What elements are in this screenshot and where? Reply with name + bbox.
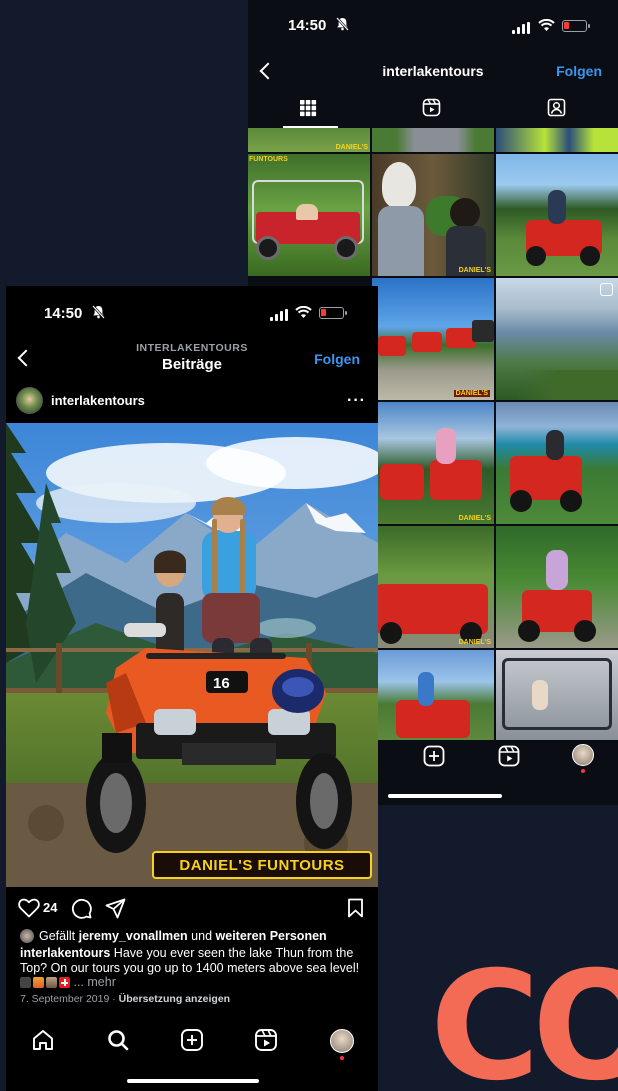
tagged-person-icon (547, 98, 566, 122)
grid-watermark: DANIEL'S (453, 390, 490, 397)
liked-by-row[interactable]: Gefällt jeremy_vonallmen und weiteren Pe… (20, 929, 366, 943)
follow-button[interactable]: Folgen (314, 351, 360, 367)
grid-post[interactable] (372, 650, 494, 740)
liked-by-text: Gefällt jeremy_vonallmen und weiteren Pe… (39, 929, 327, 943)
author-avatar[interactable] (16, 387, 43, 414)
search-icon[interactable] (106, 1028, 132, 1054)
tab-reels[interactable] (371, 92, 491, 128)
tab-grid[interactable] (248, 92, 368, 128)
status-time: 14:50 (44, 305, 83, 322)
grid-post[interactable]: DANIEL'S (372, 278, 494, 400)
signal-icon (270, 309, 288, 321)
comment-icon[interactable] (71, 898, 92, 924)
grid-watermark: DANIEL'S (458, 267, 491, 274)
reels-icon (422, 98, 441, 122)
grid-post[interactable]: FUNTOURS (248, 154, 370, 276)
grid-post[interactable] (496, 402, 618, 524)
caption-username[interactable]: interlakentours (20, 946, 110, 960)
status-time: 14:50 (288, 17, 327, 34)
liker-avatar (20, 929, 34, 943)
post-author-row: interlakentours ··· (6, 383, 378, 419)
status-bar: 14:50 (248, 0, 618, 50)
notification-dot (340, 1056, 344, 1060)
grid-post[interactable] (496, 278, 618, 400)
bookmark-icon[interactable] (347, 898, 364, 923)
status-bar: 14:50 (6, 286, 378, 336)
bottom-tab-bar (6, 1018, 378, 1091)
profile-avatar-icon[interactable] (330, 1029, 354, 1053)
grid-post[interactable]: DANIEL'S (372, 154, 494, 276)
create-post-icon[interactable] (423, 745, 445, 772)
home-icon[interactable] (31, 1028, 57, 1054)
follow-button[interactable]: Folgen (556, 63, 602, 79)
reel-indicator-icon (600, 283, 613, 296)
post-date: 7. September 2019 (20, 993, 110, 1005)
grid-post[interactable] (496, 128, 618, 152)
post-actions: 24 (6, 894, 378, 922)
post-photo[interactable]: 16 DANIEL'S FUNTOURS (6, 423, 378, 887)
quad-number-label: 16 (213, 675, 230, 692)
translate-link[interactable]: Übersetzung anzeigen (119, 993, 230, 1005)
photo-watermark: DANIEL'S FUNTOURS (152, 851, 372, 879)
meta-separator: · (109, 993, 119, 1005)
grid-post[interactable]: DANIEL'S (248, 128, 370, 152)
profile-header: interlakentours Folgen (248, 52, 618, 90)
grid-post[interactable]: DANIEL'S (372, 402, 494, 524)
profile-avatar-icon[interactable] (572, 744, 594, 766)
more-options-icon[interactable]: ··· (347, 392, 366, 410)
silent-bell-icon (92, 305, 105, 323)
brand-logo-letters: CO (430, 962, 618, 1091)
grid-icon (299, 99, 317, 122)
home-indicator (127, 1079, 259, 1083)
liked-by-others[interactable]: weiteren Personen (216, 929, 327, 943)
post-caption: interlakentours Have you ever seen the l… (20, 946, 370, 990)
grid-corner-text: FUNTOURS (249, 156, 288, 163)
photo-watermark-text: DANIEL'S FUNTOURS (179, 856, 345, 874)
sunrise-emoji-icon (33, 977, 44, 989)
grid-post[interactable]: DANIEL'S (372, 526, 494, 648)
grid-post[interactable] (372, 128, 494, 152)
wifi-icon (295, 305, 312, 323)
wifi-icon (538, 18, 555, 36)
grid-post[interactable] (496, 526, 618, 648)
likes-count[interactable]: 24 (43, 900, 57, 915)
grid-watermark: DANIEL'S (458, 639, 491, 646)
quad-emoji-icon (20, 977, 31, 989)
signal-icon (512, 22, 530, 34)
grid-post[interactable] (496, 154, 618, 276)
grid-post[interactable] (496, 650, 618, 740)
grid-watermark: DANIEL'S (458, 515, 491, 522)
battery-icon (319, 307, 347, 319)
notification-dot (581, 769, 585, 773)
post-meta: 7. September 2019 · Übersetzung anzeigen (20, 993, 230, 1005)
grid-watermark: DANIEL'S (335, 144, 368, 151)
share-send-icon[interactable] (105, 898, 126, 924)
reels-nav-icon[interactable] (498, 745, 520, 772)
liked-by-user[interactable]: jeremy_vonallmen (79, 929, 188, 943)
swiss-flag-icon (59, 977, 70, 989)
post-photo-scene: 16 (6, 423, 378, 887)
create-post-icon[interactable] (180, 1028, 206, 1054)
reels-nav-icon[interactable] (254, 1028, 280, 1054)
tab-tagged[interactable] (496, 92, 616, 128)
caption-more-link[interactable]: ... mehr (73, 975, 115, 989)
home-indicator (388, 794, 502, 798)
profile-tabs (248, 92, 618, 128)
post-username[interactable]: interlakentours (51, 393, 145, 408)
brand-logo: CO (430, 962, 618, 1091)
battery-icon (562, 20, 590, 32)
mountain-emoji-icon (46, 977, 57, 989)
post-detail-screen: 14:50 INTERLAKENTOURS Beiträge Folgen in… (6, 286, 378, 1091)
caption-emojis (20, 977, 70, 989)
heart-icon[interactable] (18, 898, 40, 923)
post-header-nav: INTERLAKENTOURS Beiträge Folgen (6, 340, 378, 376)
silent-bell-icon (336, 17, 349, 35)
